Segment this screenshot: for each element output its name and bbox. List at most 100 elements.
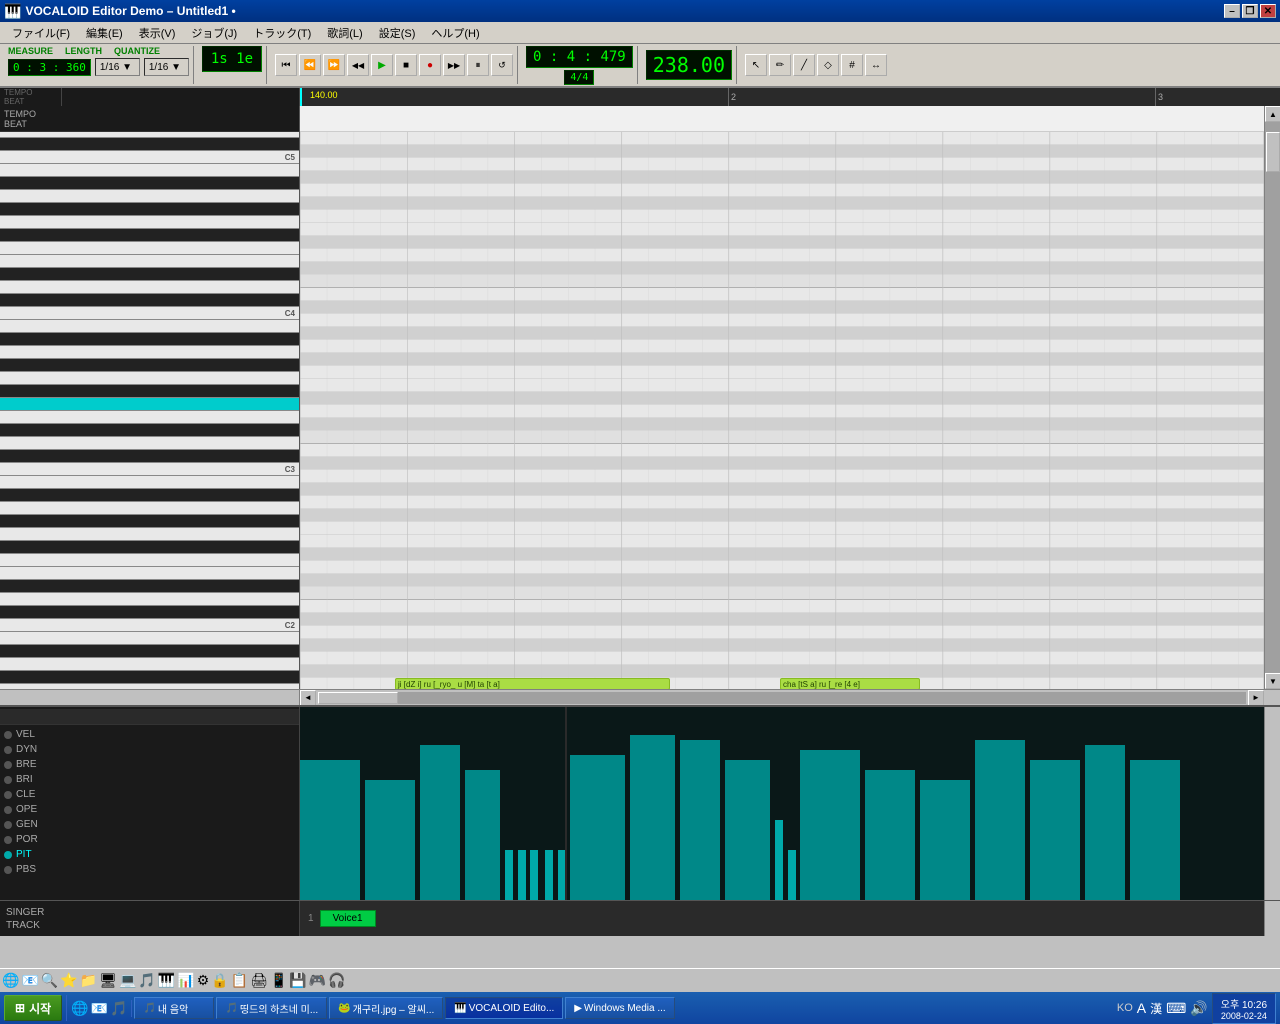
tb2-icon-8[interactable]: 🎵 bbox=[138, 972, 155, 989]
btn-forward[interactable]: ⏩ bbox=[323, 54, 345, 76]
tb2-icon-15[interactable]: 📱 bbox=[270, 972, 287, 989]
piano-key-C#4[interactable] bbox=[0, 294, 299, 307]
btn-next[interactable]: ▶▶ bbox=[443, 54, 465, 76]
piano-key-A#4[interactable] bbox=[0, 177, 299, 190]
tool-hash-btn[interactable]: # bbox=[841, 54, 863, 76]
tb2-icon-16[interactable]: 💾 bbox=[289, 972, 306, 989]
piano-key-F2[interactable] bbox=[0, 554, 299, 567]
piano-key-C3[interactable]: C3 bbox=[0, 463, 299, 476]
piano-key-F#4[interactable] bbox=[0, 229, 299, 242]
piano-key-D#3[interactable] bbox=[0, 424, 299, 437]
taskbar-btn-vocaloid[interactable]: 🎹 VOCALOID Edito... bbox=[445, 997, 563, 1019]
piano-key-C#2[interactable] bbox=[0, 606, 299, 619]
piano-key-C2[interactable]: C2 bbox=[0, 619, 299, 632]
piano-key-A#3[interactable] bbox=[0, 333, 299, 346]
vscroll-down[interactable]: ▼ bbox=[1265, 673, 1280, 689]
tool-cursor-btn[interactable]: ↖ bbox=[745, 54, 767, 76]
btn-rewind[interactable]: ⏪ bbox=[299, 54, 321, 76]
piano-key-G#1[interactable] bbox=[0, 671, 299, 684]
velocity-graph[interactable] bbox=[300, 707, 1264, 900]
btn-prev[interactable]: ◀◀ bbox=[347, 54, 369, 76]
volume-icon[interactable]: 🔊 bbox=[1190, 1000, 1207, 1017]
tb2-icon-1[interactable]: 🌐 bbox=[2, 972, 19, 989]
tb2-icon-9[interactable]: 🎹 bbox=[158, 972, 175, 989]
piano-key-A3[interactable] bbox=[0, 346, 299, 359]
piano-key-A#2[interactable] bbox=[0, 489, 299, 502]
lang-icon[interactable]: A bbox=[1137, 1000, 1146, 1016]
keyboard-icon[interactable]: ⌨ bbox=[1166, 1000, 1186, 1017]
grid-scroll-area[interactable]: ji [dZ i] ru [_ryo_ u [M] ta [t a]cha [t… bbox=[300, 132, 1264, 689]
tb2-icon-12[interactable]: 🔒 bbox=[211, 972, 228, 989]
piano-key-F#2[interactable] bbox=[0, 541, 299, 554]
ql-email[interactable]: 📧 bbox=[91, 1000, 108, 1017]
piano-key-G1[interactable] bbox=[0, 684, 299, 689]
piano-key-C#5[interactable] bbox=[0, 138, 299, 151]
taskbar-btn-frog[interactable]: 🐸 개구리.jpg – 알씨... bbox=[329, 997, 443, 1019]
taskbar-btn-music[interactable]: 🎵 내 음악 bbox=[134, 997, 214, 1019]
vel-por[interactable]: POR bbox=[0, 832, 299, 847]
vel-dyn[interactable]: DYN bbox=[0, 742, 299, 757]
piano-key-B1[interactable] bbox=[0, 632, 299, 645]
tb2-icon-13[interactable]: 📋 bbox=[231, 972, 248, 989]
piano-key-F3[interactable] bbox=[0, 398, 299, 411]
piano-key-A#1[interactable] bbox=[0, 645, 299, 658]
piano-key-B4[interactable] bbox=[0, 164, 299, 177]
menu-job[interactable]: ジョブ(J) bbox=[183, 23, 245, 43]
menu-view[interactable]: 表示(V) bbox=[131, 23, 184, 43]
tb2-icon-17[interactable]: 🎮 bbox=[309, 972, 326, 989]
piano-key-C5[interactable]: C5 bbox=[0, 151, 299, 164]
piano-key-D#2[interactable] bbox=[0, 580, 299, 593]
ql-media[interactable]: 🎵 bbox=[110, 1000, 127, 1017]
menu-file[interactable]: ファイル(F) bbox=[4, 23, 78, 43]
hscroll-track[interactable] bbox=[318, 692, 1246, 704]
vscroll-up[interactable]: ▲ bbox=[1265, 106, 1280, 122]
btn-record[interactable]: ● bbox=[419, 54, 441, 76]
hscroll-right-btn[interactable]: ► bbox=[1248, 690, 1264, 706]
menu-lyrics[interactable]: 歌詞(L) bbox=[319, 23, 370, 43]
vel-pit[interactable]: PIT bbox=[0, 847, 299, 862]
quantize-dropdown[interactable]: 1/16 ▼ bbox=[144, 58, 189, 76]
restore-button[interactable]: ❐ bbox=[1242, 4, 1258, 18]
btn-pause[interactable]: ⏸ bbox=[467, 54, 489, 76]
tool-pen-btn[interactable]: ✏ bbox=[769, 54, 791, 76]
piano-key-C4[interactable]: C4 bbox=[0, 307, 299, 320]
tb2-icon-10[interactable]: 📊 bbox=[177, 972, 194, 989]
piano-key-D2[interactable] bbox=[0, 593, 299, 606]
piano-key-D4[interactable] bbox=[0, 281, 299, 294]
piano-key-C#3[interactable] bbox=[0, 450, 299, 463]
tool-line-btn[interactable]: ╱ bbox=[793, 54, 815, 76]
menu-edit[interactable]: 編集(E) bbox=[78, 23, 131, 43]
tb2-icon-7[interactable]: 💻 bbox=[119, 972, 136, 989]
piano-key-G#2[interactable] bbox=[0, 515, 299, 528]
piano-key-B2[interactable] bbox=[0, 476, 299, 489]
track-voice1[interactable]: Voice1 bbox=[320, 910, 376, 927]
vel-bri[interactable]: BRI bbox=[0, 772, 299, 787]
minimize-button[interactable]: – bbox=[1224, 4, 1240, 18]
vel-vel[interactable]: VEL bbox=[0, 727, 299, 742]
vel-gen[interactable]: GEN bbox=[0, 817, 299, 832]
piano-key-G#4[interactable] bbox=[0, 203, 299, 216]
taskbar-btn-hatsune[interactable]: 🎵 띵드의 하츠네 미... bbox=[216, 997, 327, 1019]
piano-key-D#4[interactable] bbox=[0, 268, 299, 281]
piano-key-G#3[interactable] bbox=[0, 359, 299, 372]
length-dropdown[interactable]: 1/16 ▼ bbox=[95, 58, 140, 76]
vel-ope[interactable]: OPE bbox=[0, 802, 299, 817]
piano-key-F#3[interactable] bbox=[0, 385, 299, 398]
tb2-icon-3[interactable]: 🔍 bbox=[41, 972, 58, 989]
btn-rewind-start[interactable]: ⏮ bbox=[275, 54, 297, 76]
tool-arrow-btn[interactable]: ↔ bbox=[865, 54, 887, 76]
piano-keys-area[interactable]: C6 C5 bbox=[0, 132, 299, 689]
tb2-icon-4[interactable]: ⭐ bbox=[60, 972, 77, 989]
piano-key-A4[interactable] bbox=[0, 190, 299, 203]
piano-key-B3[interactable] bbox=[0, 320, 299, 333]
start-button[interactable]: ⊞ 시작 bbox=[4, 995, 62, 1021]
note-block-2[interactable]: cha [tS a] ru [_re [4 e] bbox=[780, 678, 920, 689]
btn-stop[interactable]: ■ bbox=[395, 54, 417, 76]
tb2-icon-18[interactable]: 🎧 bbox=[328, 972, 345, 989]
tb2-icon-2[interactable]: 📧 bbox=[21, 972, 38, 989]
piano-key-A2[interactable] bbox=[0, 502, 299, 515]
piano-key-E4[interactable] bbox=[0, 255, 299, 268]
piano-key-D3[interactable] bbox=[0, 437, 299, 450]
piano-key-G2[interactable] bbox=[0, 528, 299, 541]
vel-pbs[interactable]: PBS bbox=[0, 862, 299, 877]
